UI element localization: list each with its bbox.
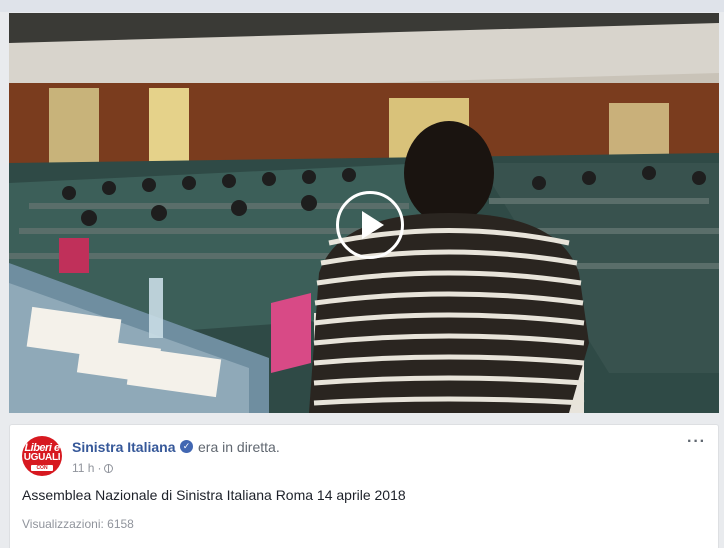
post-card: Liberi e UGUALI CON PIETRO GRASSO Sinist… — [9, 424, 719, 548]
meta-separator: · — [97, 461, 102, 475]
avatar-logo-line2: UGUALI — [23, 452, 61, 463]
more-options-icon[interactable]: ··· — [687, 433, 706, 451]
author-name[interactable]: Sinistra Italiana — [72, 439, 175, 455]
avatar-logo-line3: CON PIETRO GRASSO — [31, 465, 53, 476]
globe-icon[interactable] — [104, 464, 114, 473]
top-bar — [0, 0, 724, 12]
avatar[interactable]: Liberi e UGUALI CON PIETRO GRASSO — [22, 436, 62, 476]
video-player[interactable] — [9, 13, 719, 413]
verified-badge-icon: ✓ — [180, 440, 193, 453]
view-count: Visualizzazioni: 6158 — [22, 517, 134, 531]
post-text: Assemblea Nazionale di Sinistra Italiana… — [22, 487, 406, 503]
post-action: era in diretta. — [198, 439, 280, 455]
post-meta: 11 h · — [72, 461, 114, 475]
post-time[interactable]: 11 h — [72, 461, 94, 475]
play-icon[interactable] — [336, 191, 404, 259]
